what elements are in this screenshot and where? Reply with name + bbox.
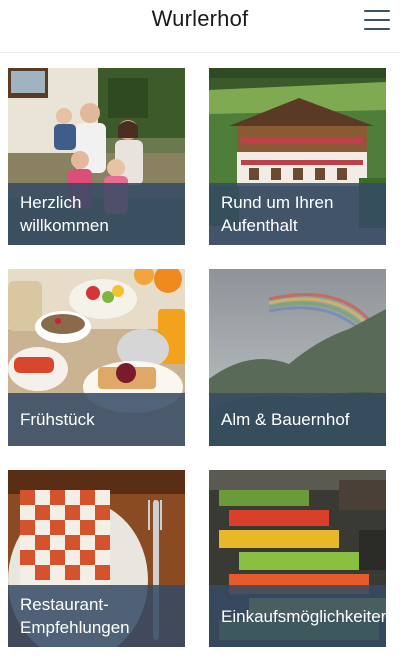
- tile-alm-bauernhof[interactable]: Alm & Bauernhof: [209, 269, 386, 446]
- menu-line: [364, 19, 390, 21]
- menu-line: [364, 28, 390, 30]
- tile-caption: Rund um Ihren Aufenthalt: [209, 183, 386, 245]
- page-title: Wurlerhof: [151, 6, 249, 31]
- tile-herzlich-willkommen[interactable]: Herzlich willkommen: [8, 68, 185, 245]
- tile-rund-um-ihren-aufenthalt[interactable]: Rund um Ihren Aufenthalt: [209, 68, 386, 245]
- tile-caption: Herzlich willkommen: [8, 183, 185, 245]
- menu-line: [364, 10, 390, 12]
- tile-caption: Frühstück: [8, 393, 185, 446]
- tile-caption: Alm & Bauernhof: [209, 393, 386, 446]
- tile-fruehstueck[interactable]: Frühstück: [8, 269, 185, 446]
- app-header: Wurlerhof: [0, 0, 400, 53]
- tile-caption: Restaurant-Empfehlungen: [8, 585, 185, 647]
- tile-restaurant-empfehlungen[interactable]: Restaurant-Empfehlungen: [8, 470, 185, 647]
- tile-einkaufsmoeglichkeiten[interactable]: Einkaufsmöglichkeiten: [209, 470, 386, 647]
- hamburger-menu-icon[interactable]: [364, 9, 390, 31]
- tile-caption: Einkaufsmöglichkeiten: [209, 585, 386, 647]
